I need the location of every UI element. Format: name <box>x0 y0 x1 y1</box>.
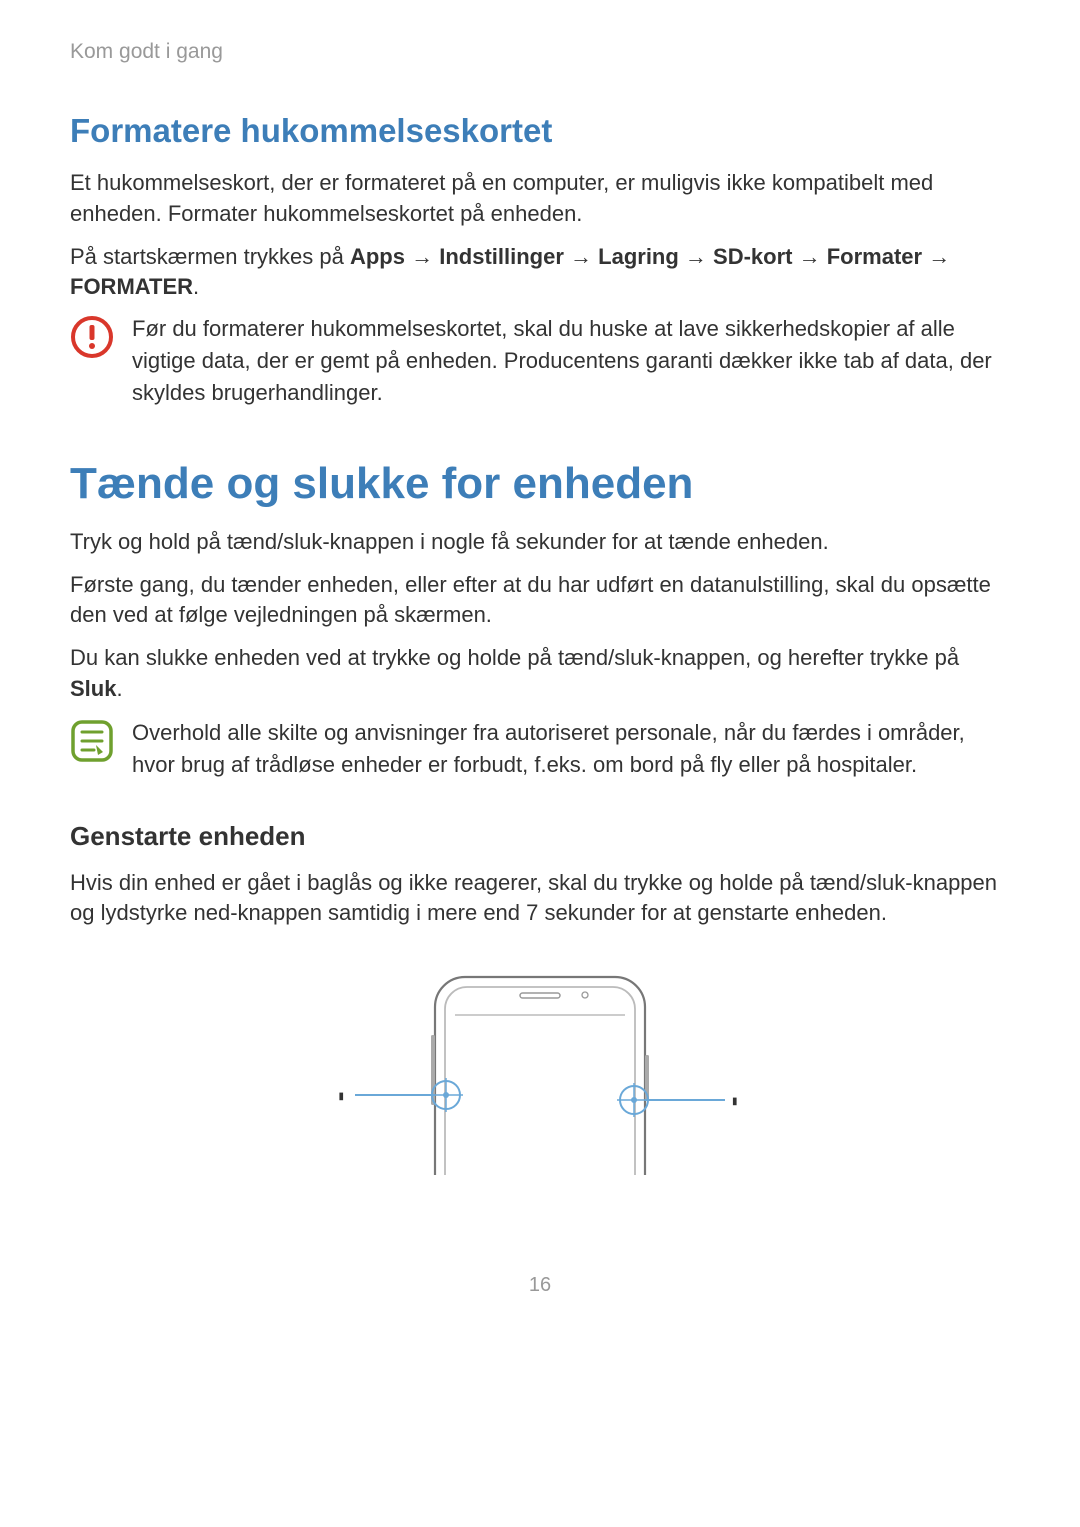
warning-icon <box>70 315 114 359</box>
power-p2: Første gang, du tænder enheden, eller ef… <box>70 570 1010 632</box>
power-info-block: Overhold alle skilte og anvisninger fra … <box>70 717 1010 781</box>
format-path-instructions: På startskærmen trykkes på Apps → Indsti… <box>70 242 1010 304</box>
section-title-format: Formatere hukommelseskortet <box>70 112 1010 150</box>
note-icon <box>70 719 114 763</box>
power-info-text: Overhold alle skilte og anvisninger fra … <box>132 717 1010 781</box>
page-number: 16 <box>0 1274 1080 1297</box>
power-p3: Du kan slukke enheden ved at trykke og h… <box>70 643 1010 705</box>
format-intro-paragraph: Et hukommelseskort, der er formateret på… <box>70 168 1010 230</box>
device-illustration: ▮ ▮ <box>70 965 1010 1175</box>
volume-down-label: ▮ <box>338 1091 344 1102</box>
power-button-label: ▮ <box>732 1096 738 1107</box>
subsection-title-restart: Genstarte enheden <box>70 821 1010 852</box>
section-title-power: Tænde og slukke for enheden <box>70 459 1010 509</box>
format-warning-text: Før du formaterer hukommelseskortet, ska… <box>132 313 1010 409</box>
restart-paragraph: Hvis din enhed er gået i baglås og ikke … <box>70 868 1010 930</box>
power-p1: Tryk og hold på tænd/sluk-knappen i nogl… <box>70 527 1010 558</box>
format-warning-block: Før du formaterer hukommelseskortet, ska… <box>70 313 1010 409</box>
chapter-header: Kom godt i gang <box>70 40 1010 64</box>
